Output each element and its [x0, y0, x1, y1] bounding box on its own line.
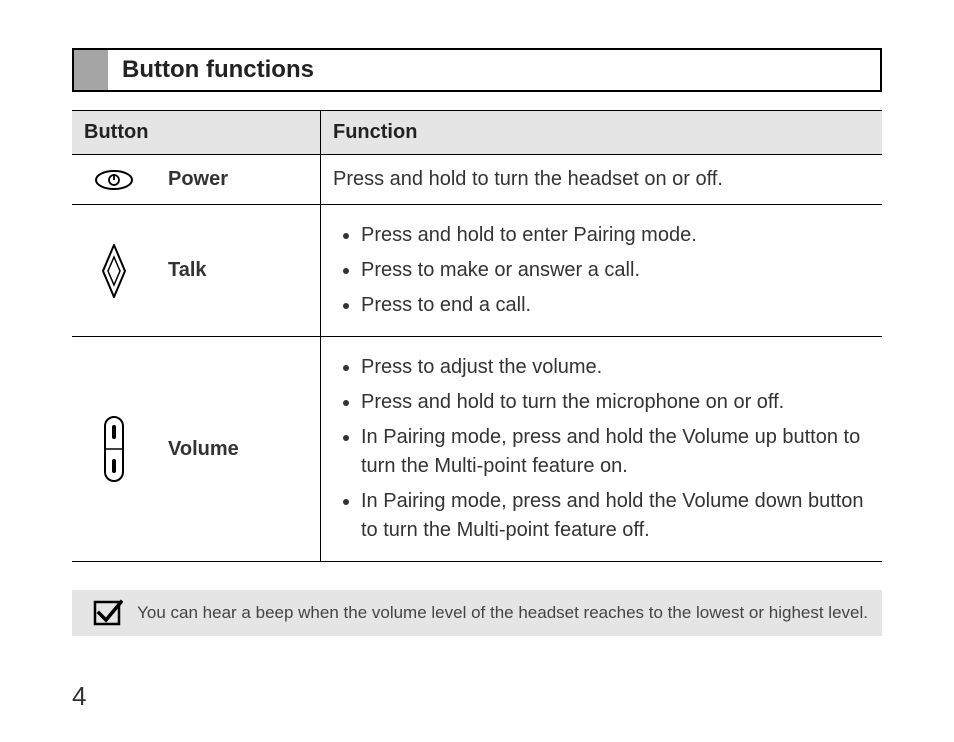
table-row: Power Press and hold to turn the headset…	[72, 155, 882, 205]
list-item: Press and hold to turn the microphone on…	[361, 388, 870, 417]
header-button: Button	[72, 111, 321, 155]
checkmark-icon	[93, 598, 123, 628]
button-function-table: Button Function Power Press and hold to …	[72, 110, 882, 562]
table-row: Volume Press to adjust the volume. Press…	[72, 337, 882, 562]
button-name: Talk	[156, 205, 321, 337]
power-icon	[94, 169, 134, 191]
section-header: Button functions	[72, 48, 882, 92]
list-item: Press and hold to enter Pairing mode.	[361, 221, 870, 250]
section-title: Button functions	[108, 50, 880, 90]
icon-cell	[72, 155, 156, 205]
function-cell: Press and hold to enter Pairing mode. Pr…	[321, 205, 883, 337]
function-list: Press and hold to enter Pairing mode. Pr…	[333, 221, 870, 320]
list-item: Press to make or answer a call.	[361, 256, 870, 285]
list-item: Press to adjust the volume.	[361, 353, 870, 382]
talk-icon	[99, 243, 129, 299]
icon-cell	[72, 337, 156, 562]
function-list: Press to adjust the volume. Press and ho…	[333, 353, 870, 545]
list-item: Press to end a call.	[361, 291, 870, 320]
function-cell: Press and hold to turn the headset on or…	[321, 155, 883, 205]
list-item: In Pairing mode, press and hold the Volu…	[361, 487, 870, 545]
function-cell: Press to adjust the volume. Press and ho…	[321, 337, 883, 562]
header-function: Function	[321, 111, 883, 155]
header-stub	[74, 50, 108, 90]
volume-icon	[101, 413, 127, 485]
page-number: 4	[72, 681, 86, 712]
list-item: In Pairing mode, press and hold the Volu…	[361, 423, 870, 481]
note-box: You can hear a beep when the volume leve…	[72, 590, 882, 636]
button-name: Volume	[156, 337, 321, 562]
note-text: You can hear a beep when the volume leve…	[137, 602, 868, 625]
table-row: Talk Press and hold to enter Pairing mod…	[72, 205, 882, 337]
button-name: Power	[156, 155, 321, 205]
manual-page: Button functions Button Function Power	[0, 0, 954, 742]
icon-cell	[72, 205, 156, 337]
